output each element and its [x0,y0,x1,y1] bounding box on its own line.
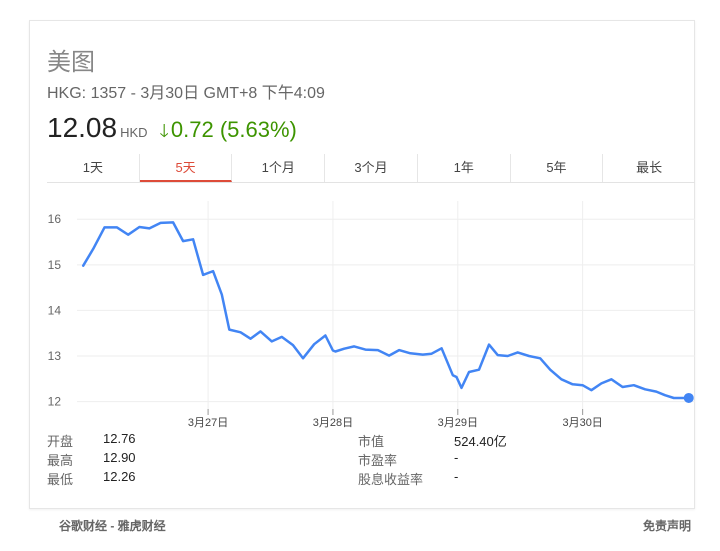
stock-card: 美图 HKG: 1357 - 3月30日 GMT+8 下午4:09 12.08 … [29,20,695,509]
stock-price: 12.08 [47,112,118,143]
tab-range[interactable]: 5天 [139,154,233,182]
currency-label: HKD [120,125,148,140]
stat-label-open: 开盘 [47,434,74,449]
stat-label-low: 最低 [47,472,74,487]
stat-row: 开盘 12.76 [47,431,136,450]
stat-label-pe: 市盈率 [358,453,398,468]
stock-meta: HKG: 1357 - 3月30日 GMT+8 下午4:09 [47,85,325,102]
y-tick-label: 15 [48,258,62,272]
range-tabs: 1天 5天 1个月 3个月 1年 5年 最长 [47,154,695,183]
tab-range[interactable]: 最长 [603,154,695,182]
source-links[interactable]: 谷歌财经 - 雅虎财经 [59,517,166,534]
stat-row: 股息收益率 - [358,469,507,488]
disclaimer-link[interactable]: 免责声明 [643,517,691,534]
y-tick-label: 12 [48,395,62,409]
x-tick-label: 3月27日 [188,417,228,429]
stats-left: 开盘 12.76 最高 12.90 最低 12.26 [47,431,136,488]
price-row: 12.08 HKD 🡓0.72 (5.63%) [47,112,297,149]
stat-label-dividend-yield: 股息收益率 [358,472,424,487]
stat-row: 市盈率 - [358,450,507,469]
stat-value-market-cap: 524.40亿 [454,434,507,449]
stat-label-high: 最高 [47,453,74,468]
stat-value-pe: - [454,450,459,465]
stats-right: 市值 524.40亿 市盈率 - 股息收益率 - [358,431,507,488]
tab-range[interactable]: 1个月 [232,154,326,182]
y-tick-label: 14 [48,303,62,317]
stat-value-low: 12.26 [103,469,136,484]
price-chart: 12 13 14 15 16 3月27日 3月28日 3月29日 3月30日 [47,201,695,434]
x-tick-label: 3月30日 [562,417,602,429]
x-tick-label: 3月29日 [438,417,478,429]
y-tick-label: 16 [48,212,62,226]
price-change: 🡓0.72 (5.63%) [160,117,297,149]
stock-name: 美图 [47,49,95,76]
stat-row: 最低 12.26 [47,469,136,488]
tab-range[interactable]: 5年 [511,154,604,182]
price-change-value: 0.72 (5.63%) [170,117,297,142]
last-price-dot [683,392,694,403]
tab-range[interactable]: 3个月 [325,154,418,182]
tab-range[interactable]: 1天 [47,154,140,182]
x-tick-label: 3月28日 [313,417,353,429]
price-chart-svg: 12 13 14 15 16 3月27日 3月28日 3月29日 3月30日 [48,201,695,429]
stat-label-market-cap: 市值 [358,434,385,449]
stat-value-high: 12.90 [103,450,136,465]
down-arrow-icon: 🡓 [159,121,169,141]
stat-row: 市值 524.40亿 [358,431,507,450]
stat-row: 最高 12.90 [47,450,136,469]
tab-range[interactable]: 1年 [418,154,511,182]
y-tick-label: 13 [48,349,62,363]
stat-value-dividend-yield: - [454,469,459,484]
stat-value-open: 12.76 [103,431,136,446]
